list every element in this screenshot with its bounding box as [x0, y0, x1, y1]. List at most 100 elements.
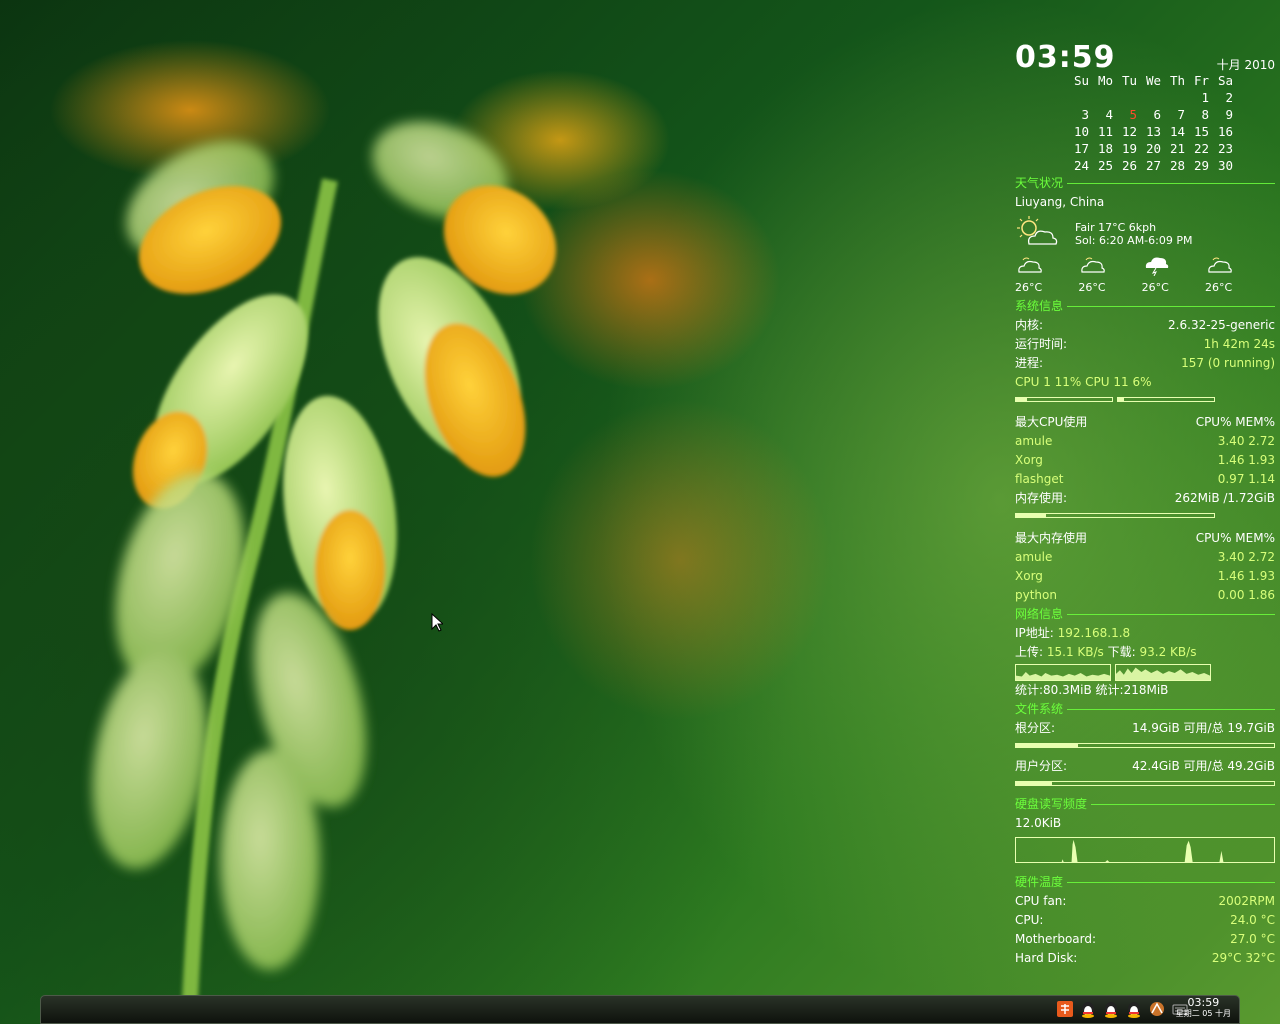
process-name: amule: [1015, 434, 1053, 448]
forecast-temp: 26°C: [1078, 281, 1106, 294]
calendar-day: 17: [1073, 141, 1089, 156]
calendar-day: 2: [1225, 90, 1233, 105]
conky-panel: 03:59 十月 2010 Su Mo Tu We Th Fr Sa 1 2 3 4 5 6 7 8 9 10 1…: [1015, 40, 1275, 968]
calendar-day: 25: [1097, 158, 1113, 173]
cpu1-bar: [1015, 397, 1113, 402]
hardware-list: CPU fan: 2002RPM CPU: 24.0 °C Motherboard: 27…: [1015, 892, 1275, 968]
disk-io-graph: [1015, 837, 1275, 863]
calendar-day: [1161, 89, 1185, 106]
top-cpu-list: amule 3.40 2.72 Xorg 1.46 1.93 flashget 0.97 …: [1015, 432, 1275, 489]
network-graphs: [1015, 662, 1275, 681]
root-partition-bar: [1015, 743, 1275, 748]
root-bar-wrap: [1015, 738, 1275, 757]
memory-row: 内存使用: 262MiB /1.72GiB: [1015, 491, 1275, 505]
process-name: Xorg: [1015, 569, 1043, 583]
taskbar-clock[interactable]: 03:59 星期二 05 十月: [1176, 997, 1231, 1019]
calendar-day: [1137, 89, 1161, 106]
weather-sun-times: Sol: 6:20 AM-6:09 PM: [1075, 234, 1193, 247]
ime-icon[interactable]: [1056, 1000, 1074, 1018]
calendar-day: [1065, 89, 1089, 106]
hardware-row: Motherboard: 27.0 °C: [1015, 930, 1275, 949]
forecast-day: 26°C: [1078, 254, 1118, 297]
download-graph: [1115, 664, 1211, 681]
hardware-value: 24.0 °C: [1230, 913, 1275, 927]
process-row: python 0.00 1.86: [1015, 586, 1275, 605]
fair-weather-icon: [1017, 216, 1058, 245]
calendar-day: 4: [1105, 107, 1113, 122]
hardware-value: 29°C 32°C: [1211, 951, 1275, 965]
calendar-day: 20: [1145, 141, 1161, 156]
hardware-row: CPU: 24.0 °C: [1015, 911, 1275, 930]
hardware-label: CPU fan:: [1015, 894, 1067, 908]
calendar-day: 22: [1193, 141, 1209, 156]
process-row: 进程: 157 (0 running): [1015, 356, 1275, 370]
root-partition-row: 根分区: 14.9GiB 可用/总 19.7GiB: [1015, 721, 1275, 735]
hardware-value: 2002RPM: [1218, 894, 1275, 908]
calendar-day: 29: [1193, 158, 1209, 173]
hardware-heading: 硬件温度: [1015, 873, 1275, 892]
ip-row: IP地址: 192.168.1.8: [1015, 626, 1131, 640]
calendar-day: [1089, 89, 1113, 106]
forecast-day: 26°C: [1205, 254, 1245, 297]
partly-cloudy-icon: [1018, 257, 1042, 273]
disk-io-value: 12.0KiB: [1015, 816, 1062, 830]
calendar-day: 8: [1201, 107, 1209, 122]
calendar-day: 6: [1153, 107, 1161, 122]
calendar-day: 27: [1145, 158, 1161, 173]
process-usage: 0.97 1.14: [1217, 472, 1275, 486]
process-usage: 3.40 2.72: [1217, 550, 1275, 564]
calendar-day: 16: [1217, 124, 1233, 139]
process-name: amule: [1015, 550, 1053, 564]
qq-penguin-icon[interactable]: [1102, 1000, 1120, 1018]
calendar-week-row: 3 4 5 6 7 8 9: [1065, 106, 1275, 123]
weather-forecast: 26°C 26°C 26°C 26°C: [1015, 254, 1245, 297]
hardware-value: 27.0 °C: [1230, 932, 1275, 946]
filesystem-heading: 文件系统: [1015, 700, 1275, 719]
calendar-day: 30: [1217, 158, 1233, 173]
kernel-row: 内核: 2.6.32-25-generic: [1015, 318, 1275, 332]
process-usage: 0.00 1.86: [1217, 588, 1275, 602]
memory-bar: [1015, 513, 1215, 518]
upload-graph: [1015, 664, 1111, 681]
storm-cloud-icon: [1145, 257, 1168, 276]
memory-bar-wrap: [1015, 508, 1275, 527]
calendar-day: [1113, 89, 1137, 106]
calendar-day: 23: [1217, 141, 1233, 156]
calendar-day: 1: [1201, 90, 1209, 105]
mouse-pointer-icon: [431, 613, 443, 632]
calendar-day: 15: [1193, 124, 1209, 139]
calendar-day: 12: [1121, 124, 1137, 139]
weather-location: Liuyang, China: [1015, 195, 1105, 209]
calendar-day: 7: [1177, 107, 1185, 122]
forecast-temp: 26°C: [1141, 281, 1169, 294]
hardware-row: CPU fan: 2002RPM: [1015, 892, 1275, 911]
month-year: 十月 2010: [1216, 58, 1275, 72]
hardware-label: CPU:: [1015, 913, 1044, 927]
qq-penguin-icon[interactable]: [1125, 1000, 1143, 1018]
top-mem-header: 最大内存使用 CPU% MEM%: [1015, 531, 1275, 545]
calendar-week-row: 24 25 26 27 28 29 30: [1065, 157, 1275, 174]
calendar-day: 28: [1169, 158, 1185, 173]
calendar-day: 24: [1073, 158, 1089, 173]
calendar-today: 5: [1129, 107, 1137, 122]
process-usage: 1.46 1.93: [1217, 569, 1275, 583]
qq-penguin-icon[interactable]: [1079, 1000, 1097, 1018]
system-tray: [1056, 1000, 1189, 1018]
cpu-usage-row: CPU 1 11% CPU 11 6%: [1015, 375, 1152, 389]
process-usage: 1.46 1.93: [1217, 453, 1275, 467]
calendar-day: 21: [1169, 141, 1185, 156]
calendar-day: 13: [1145, 124, 1161, 139]
system-heading: 系统信息: [1015, 297, 1275, 316]
amule-icon[interactable]: [1148, 1000, 1166, 1018]
home-partition-bar: [1015, 781, 1275, 786]
calendar-day: 9: [1225, 107, 1233, 122]
traffic-total-row: 统计:80.3MiB 统计:218MiB: [1015, 683, 1169, 697]
process-row: amule 3.40 2.72: [1015, 432, 1275, 451]
calendar-day: 14: [1169, 124, 1185, 139]
calendar-day: 19: [1121, 141, 1137, 156]
calendar-day: 11: [1097, 124, 1113, 139]
wallpaper-flower: [92, 121, 557, 1000]
process-name: Xorg: [1015, 453, 1043, 467]
hardware-label: Hard Disk:: [1015, 951, 1078, 965]
process-name: python: [1015, 588, 1057, 602]
